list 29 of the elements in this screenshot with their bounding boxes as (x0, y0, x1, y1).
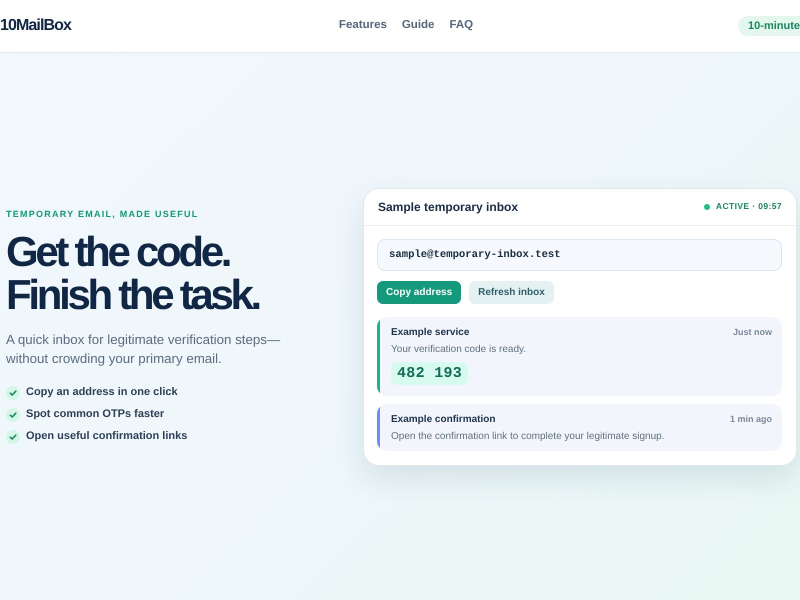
nav-link[interactable]: FAQ (449, 20, 474, 32)
check-icon (6, 430, 20, 444)
nav-link[interactable]: Features (338, 20, 387, 32)
feature-text: Copy an address in one click (26, 385, 178, 400)
nav-link[interactable]: Guide (402, 20, 434, 32)
check-icon (6, 386, 20, 400)
message-card[interactable]: Example service Just now Your verification code is ready. 482 193 (377, 316, 782, 396)
address-field[interactable]: sample@temporary-inbox.test (377, 238, 782, 270)
message-text: Open the confirmation link to complete your legitimate signup. (391, 430, 666, 442)
check-icon (6, 408, 20, 422)
sender-name: Example service (391, 326, 470, 340)
refresh-button[interactable]: Refresh inbox (469, 280, 554, 304)
card-title: Sample temporary inbox (378, 198, 518, 216)
message-card[interactable]: Example confirmation 1 min ago Open the confirmation link to complete your legitimate signup. (377, 404, 782, 450)
logo-text[interactable]: 10MailBox (0, 18, 72, 34)
otp-code: 482 193 (391, 362, 468, 384)
duration-badge: 10-minute (738, 16, 800, 36)
message-time: 1 min ago (730, 412, 772, 426)
copy-button[interactable]: Copy address (377, 280, 462, 304)
sender-name: Example confirmation (391, 412, 496, 426)
feature-text: Spot common OTPs faster (26, 407, 164, 422)
headline: Get the code. Finish the task. (6, 230, 260, 316)
message-time: Just now (732, 326, 772, 338)
feature-text: Open useful confirmation links (26, 429, 188, 444)
eyebrow-text: TEMPORARY EMAIL, MADE USEFUL (6, 208, 200, 220)
subtitle: A quick inbox for legitimate verification steps—without crowding your primary email. (6, 331, 282, 368)
status-dot-icon (704, 204, 710, 210)
status-text: ACTIVE · 09:57 (716, 200, 782, 213)
message-text: Your verification code is ready. (391, 342, 528, 356)
